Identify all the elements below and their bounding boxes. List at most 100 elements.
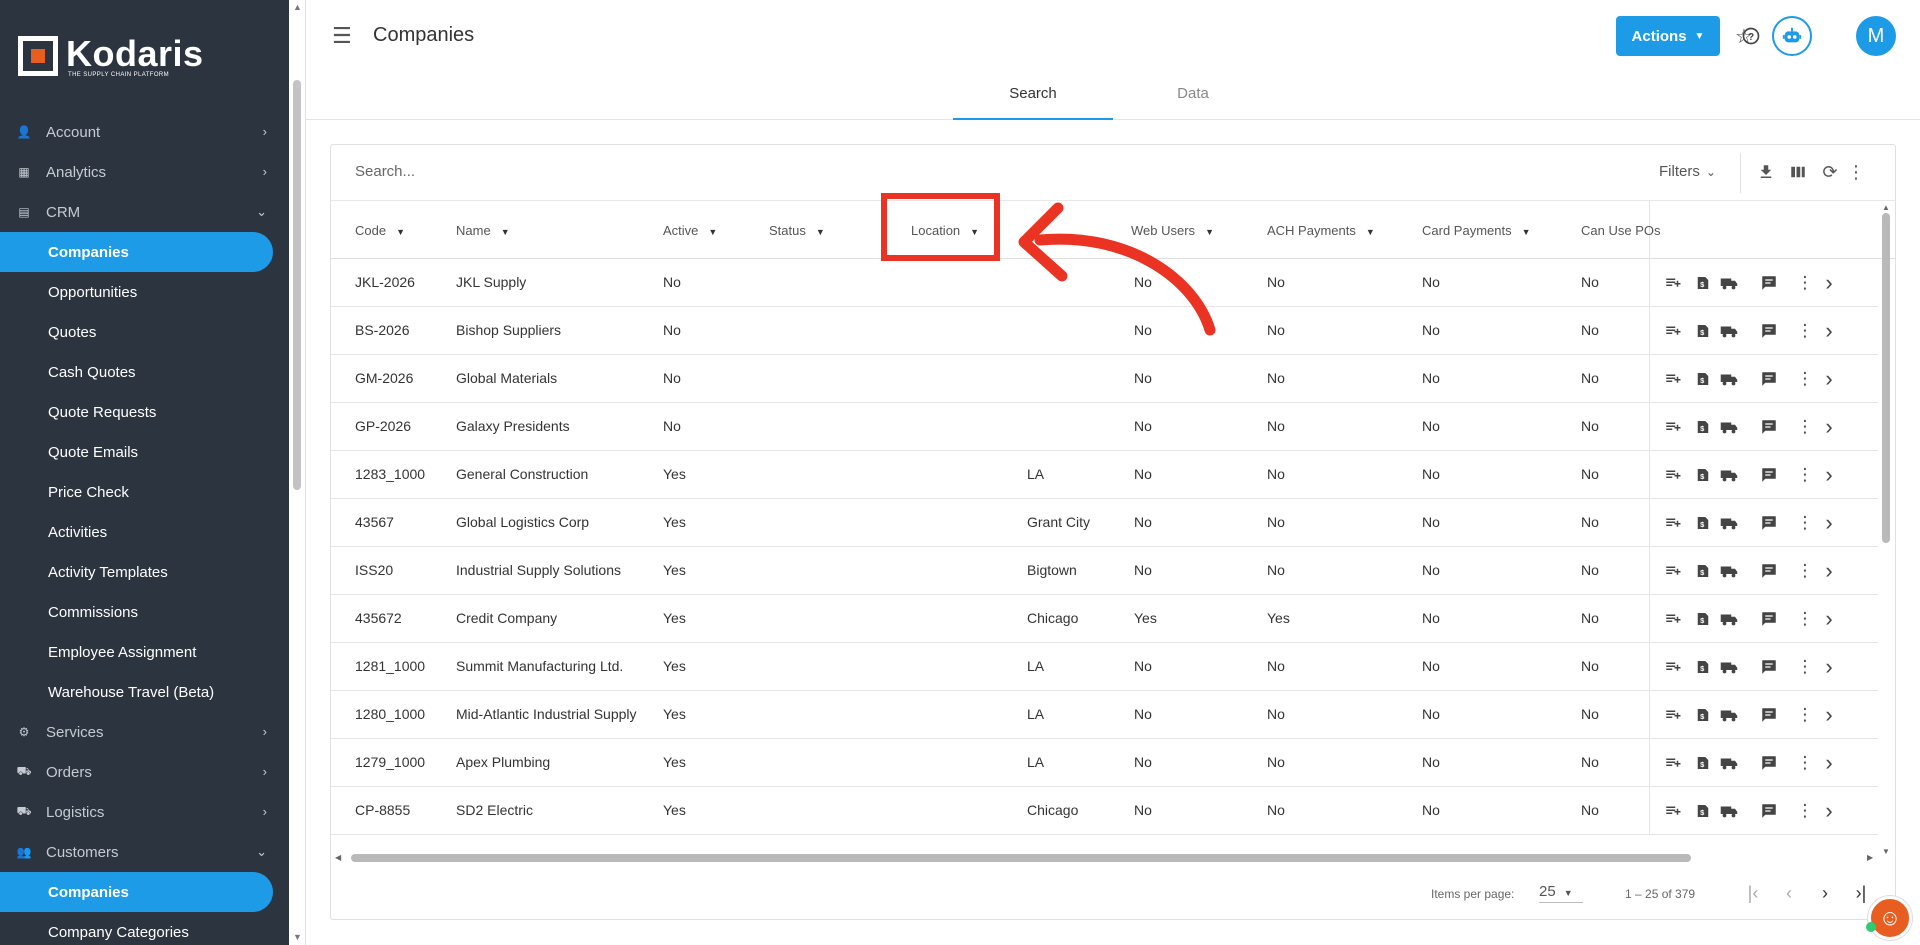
scroll-up-icon[interactable]: ▲ xyxy=(1882,203,1890,212)
chevron-right-icon[interactable]: › xyxy=(1818,606,1840,631)
column-header-code[interactable]: Code ▼ xyxy=(355,223,405,238)
add-payment-icon[interactable]: $ xyxy=(1692,656,1714,678)
more-vert-icon[interactable]: ⋮ xyxy=(1794,272,1816,294)
shipping-truck-icon[interactable] xyxy=(1718,416,1740,438)
chevron-right-icon[interactable]: › xyxy=(1818,510,1840,535)
download-icon[interactable] xyxy=(1755,161,1777,183)
add-payment-icon[interactable]: $ xyxy=(1692,416,1714,438)
chevron-right-icon[interactable]: › xyxy=(1818,558,1840,583)
table-row[interactable]: GM-2026 Global Materials No No No No No $ ⋮ › xyxy=(331,355,1878,403)
refresh-icon[interactable]: ⟳ xyxy=(1819,161,1841,183)
table-row[interactable]: ISS20 Industrial Supply Solutions Yes Bigto… xyxy=(331,547,1878,595)
more-vert-icon[interactable]: ⋮ xyxy=(1794,656,1816,678)
message-icon[interactable] xyxy=(1758,656,1780,678)
scroll-down-icon[interactable]: ▼ xyxy=(1882,847,1890,856)
message-icon[interactable] xyxy=(1758,416,1780,438)
shipping-truck-icon[interactable] xyxy=(1718,656,1740,678)
scroll-down-icon[interactable]: ▼ xyxy=(293,932,302,942)
sidebar-item-quotes[interactable]: Quotes xyxy=(0,312,289,352)
first-page-icon[interactable]: |‹ xyxy=(1741,881,1765,905)
message-icon[interactable] xyxy=(1758,560,1780,582)
add-note-icon[interactable] xyxy=(1662,368,1684,390)
add-payment-icon[interactable]: $ xyxy=(1692,608,1714,630)
add-note-icon[interactable] xyxy=(1662,464,1684,486)
chevron-right-icon[interactable]: › xyxy=(1818,462,1840,487)
filters-button[interactable]: Filters ⌄ xyxy=(1659,163,1716,180)
table-row[interactable]: GP-2026 Galaxy Presidents No No No No No $ ⋮ › xyxy=(331,403,1878,451)
sort-caret-icon[interactable]: ▼ xyxy=(1366,227,1375,237)
sort-caret-icon[interactable]: ▼ xyxy=(501,227,510,237)
assistant-robot-button[interactable] xyxy=(1772,16,1812,56)
sidebar-item-analytics[interactable]: ▦ Analytics › xyxy=(0,152,289,192)
more-vert-icon[interactable]: ⋮ xyxy=(1794,608,1816,630)
table-row[interactable]: 43567 Global Logistics Corp Yes Grant City N… xyxy=(331,499,1878,547)
add-note-icon[interactable] xyxy=(1662,320,1684,342)
tab-data[interactable]: Data xyxy=(1113,76,1273,120)
last-page-icon[interactable]: ›| xyxy=(1849,881,1873,905)
more-vert-icon[interactable]: ⋮ xyxy=(1794,800,1816,822)
add-payment-icon[interactable]: $ xyxy=(1692,272,1714,294)
add-note-icon[interactable] xyxy=(1662,416,1684,438)
add-payment-icon[interactable]: $ xyxy=(1692,704,1714,726)
table-row[interactable]: 1283_1000 General Construction Yes LA No No No… xyxy=(331,451,1878,499)
help-icon[interactable]: ? xyxy=(1737,22,1765,50)
table-row[interactable]: CP-8855 SD2 Electric Yes Chicago No No No No $ ⋮ › xyxy=(331,787,1878,835)
menu-icon[interactable]: ☰ xyxy=(332,24,356,48)
table-row[interactable]: 1280_1000 Mid-Atlantic Industrial Supply Y… xyxy=(331,691,1878,739)
items-per-page-select[interactable]: 25 ▼ xyxy=(1539,883,1583,903)
shipping-truck-icon[interactable] xyxy=(1718,752,1740,774)
add-payment-icon[interactable]: $ xyxy=(1692,464,1714,486)
shipping-truck-icon[interactable] xyxy=(1718,368,1740,390)
message-icon[interactable] xyxy=(1758,320,1780,342)
more-vert-icon[interactable]: ⋮ xyxy=(1845,161,1867,183)
sidebar-item-opportunities[interactable]: Opportunities xyxy=(0,272,289,312)
table-vertical-scrollbar[interactable]: ▲ ▼ xyxy=(1879,203,1893,858)
sidebar-item-cash-quotes[interactable]: Cash Quotes xyxy=(0,352,289,392)
sidebar-item-commissions[interactable]: Commissions xyxy=(0,592,289,632)
sidebar-scroll-thumb[interactable] xyxy=(293,80,301,490)
more-vert-icon[interactable]: ⋮ xyxy=(1794,704,1816,726)
table-row[interactable]: 435672 Credit Company Yes Chicago Yes Yes No No… xyxy=(331,595,1878,643)
next-page-icon[interactable]: › xyxy=(1813,881,1837,905)
shipping-truck-icon[interactable] xyxy=(1718,512,1740,534)
message-icon[interactable] xyxy=(1758,512,1780,534)
chevron-right-icon[interactable]: › xyxy=(1818,270,1840,295)
user-avatar[interactable]: M xyxy=(1856,16,1896,56)
message-icon[interactable] xyxy=(1758,368,1780,390)
sidebar-item-price-check[interactable]: Price Check xyxy=(0,472,289,512)
sidebar-item-orders[interactable]: ⛟ Orders › xyxy=(0,752,289,792)
search-input[interactable] xyxy=(355,163,955,180)
scroll-left-icon[interactable]: ◀ xyxy=(335,853,341,862)
more-vert-icon[interactable]: ⋮ xyxy=(1794,416,1816,438)
scroll-up-icon[interactable]: ▲ xyxy=(293,2,302,12)
chevron-right-icon[interactable]: › xyxy=(1818,414,1840,439)
column-header-name[interactable]: Name ▼ xyxy=(456,223,510,238)
chevron-right-icon[interactable]: › xyxy=(1818,366,1840,391)
table-row[interactable]: 1279_1000 Apex Plumbing Yes LA No No No No $ ⋮ › xyxy=(331,739,1878,787)
columns-icon[interactable] xyxy=(1787,161,1809,183)
sidebar-item-crm[interactable]: ▤ CRM ⌄ xyxy=(0,192,289,232)
table-row[interactable]: 1281_1000 Summit Manufacturing Ltd. Yes LA N… xyxy=(331,643,1878,691)
column-header-can-use-pos[interactable]: Can Use POs xyxy=(1581,223,1660,238)
add-payment-icon[interactable]: $ xyxy=(1692,560,1714,582)
add-payment-icon[interactable]: $ xyxy=(1692,512,1714,534)
sidebar-scrollbar[interactable]: ▲ ▼ xyxy=(289,0,306,945)
column-header-active[interactable]: Active ▼ xyxy=(663,223,717,238)
sidebar-item-warehouse-travel-beta[interactable]: Warehouse Travel (Beta) xyxy=(0,672,289,712)
message-icon[interactable] xyxy=(1758,800,1780,822)
add-note-icon[interactable] xyxy=(1662,656,1684,678)
more-vert-icon[interactable]: ⋮ xyxy=(1794,560,1816,582)
add-payment-icon[interactable]: $ xyxy=(1692,800,1714,822)
more-vert-icon[interactable]: ⋮ xyxy=(1794,512,1816,534)
column-header-status[interactable]: Status ▼ xyxy=(769,223,825,238)
more-vert-icon[interactable]: ⋮ xyxy=(1794,464,1816,486)
sidebar-item-companies[interactable]: Companies xyxy=(0,232,273,272)
message-icon[interactable] xyxy=(1758,608,1780,630)
horizontal-scroll-thumb[interactable] xyxy=(351,854,1691,862)
add-note-icon[interactable] xyxy=(1662,704,1684,726)
add-payment-icon[interactable]: $ xyxy=(1692,368,1714,390)
sidebar-item-quote-requests[interactable]: Quote Requests xyxy=(0,392,289,432)
sidebar-item-company-categories[interactable]: Company Categories xyxy=(0,912,289,945)
sidebar-item-quote-emails[interactable]: Quote Emails xyxy=(0,432,289,472)
column-header-ach-payments[interactable]: ACH Payments ▼ xyxy=(1267,223,1375,238)
